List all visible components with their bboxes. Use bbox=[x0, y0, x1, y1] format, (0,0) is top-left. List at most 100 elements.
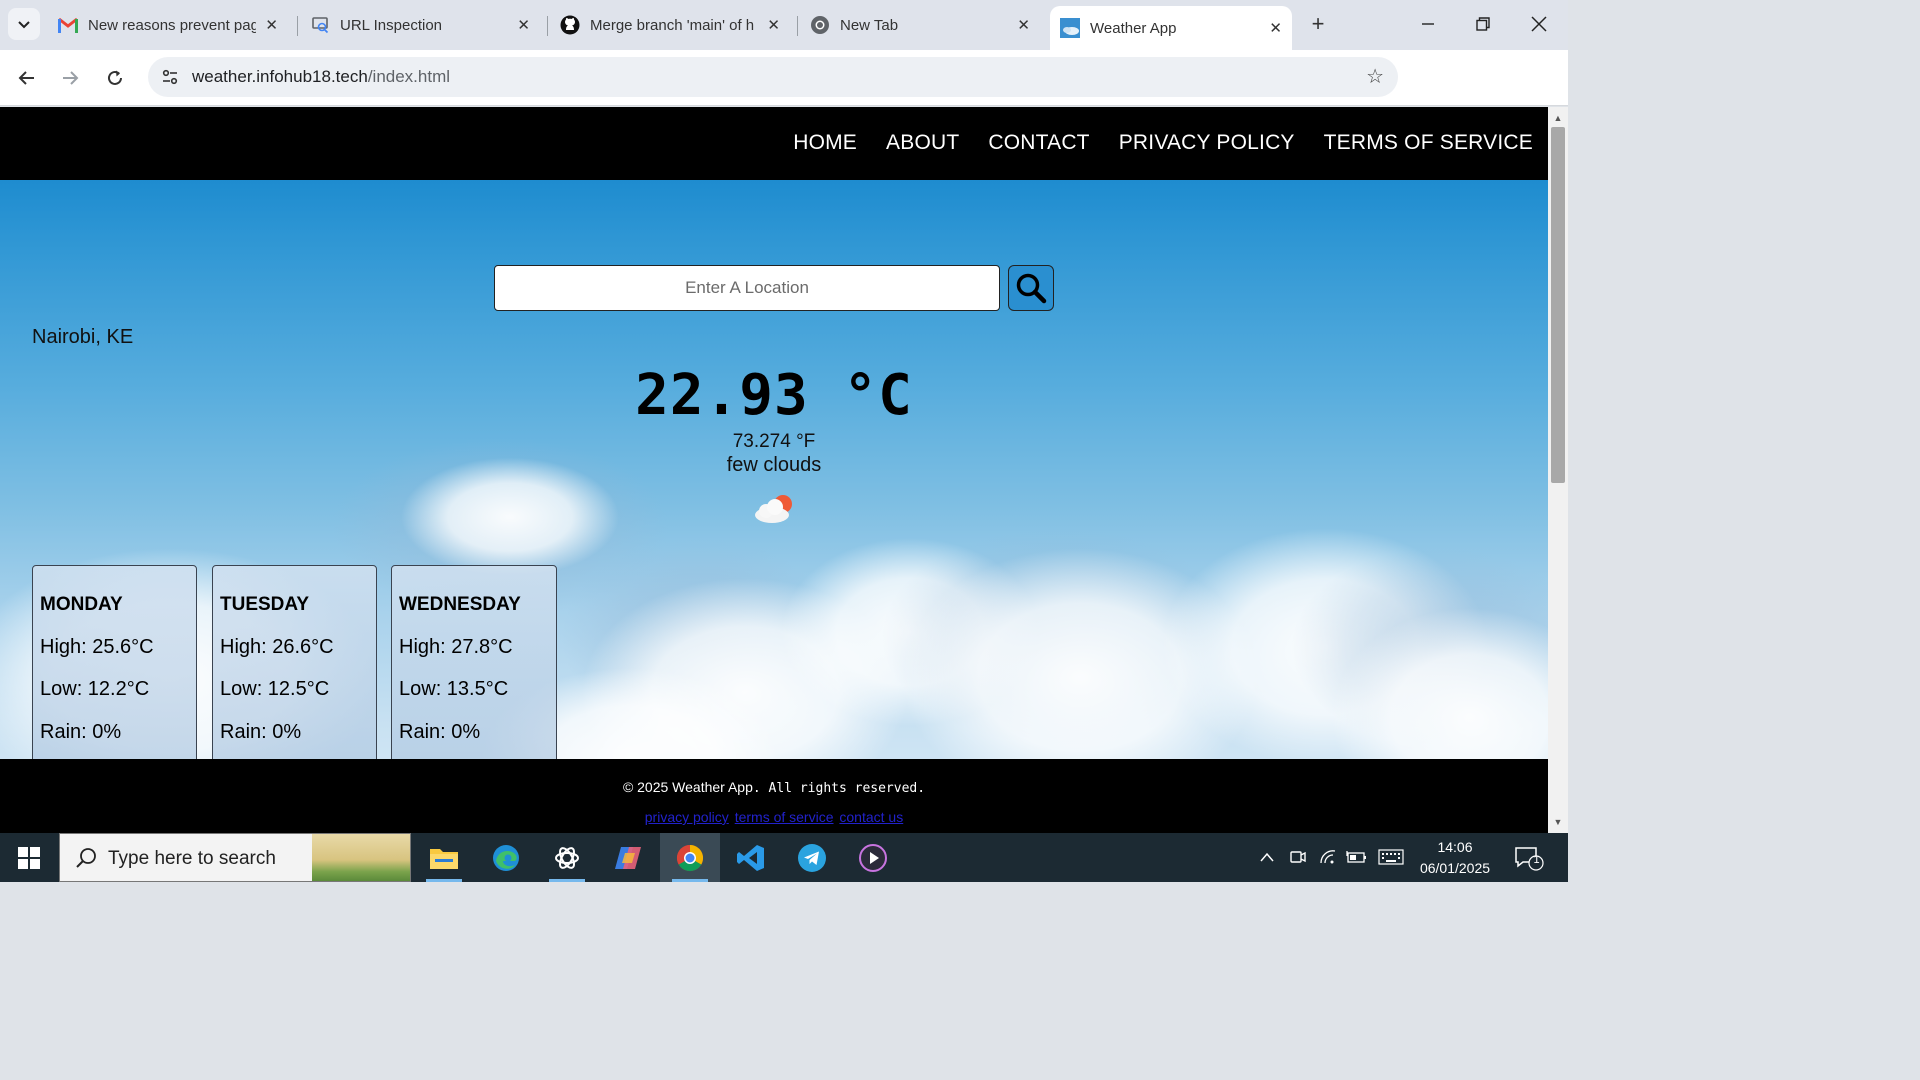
forecast-high: High: 27.8°C bbox=[399, 636, 513, 658]
site-info-icon[interactable] bbox=[158, 65, 182, 89]
close-tab-icon[interactable]: ✕ bbox=[1269, 19, 1282, 37]
weather-app-icon bbox=[1060, 18, 1080, 38]
footer-contact-link[interactable]: contact us bbox=[839, 809, 903, 825]
new-tab-button[interactable]: + bbox=[1304, 10, 1332, 38]
copyright-text: © 2025 Weather App. All rights reserved. bbox=[622, 779, 926, 796]
forecast-low: Low: 13.5°C bbox=[399, 678, 509, 700]
minimize-icon bbox=[1422, 23, 1434, 25]
edge-icon bbox=[493, 844, 519, 871]
close-tab-icon[interactable]: ✕ bbox=[1017, 16, 1030, 34]
footer-terms-link[interactable]: terms of service bbox=[735, 809, 834, 825]
weather-description: few clouds bbox=[726, 454, 822, 476]
search-highlight-image bbox=[312, 834, 410, 881]
browser-tab-strip: New reasons prevent pag ✕ URL Inspection… bbox=[0, 0, 1568, 50]
notification-count: 1 bbox=[1533, 854, 1540, 866]
temperature-fahrenheit: 73.274 °F bbox=[732, 431, 816, 452]
telegram-icon bbox=[798, 843, 826, 872]
copilot-app[interactable] bbox=[598, 833, 658, 882]
media-player-app[interactable] bbox=[843, 833, 903, 882]
forecast-rain: Rain: 0% bbox=[40, 721, 122, 743]
chatgpt-icon bbox=[555, 846, 579, 869]
tab-github[interactable]: Merge branch 'main' of h ✕ bbox=[560, 6, 790, 44]
tab-divider bbox=[797, 16, 798, 36]
page-scrollbar[interactable]: ▲ ▼ bbox=[1548, 107, 1568, 833]
location-search-input[interactable] bbox=[494, 265, 1000, 311]
windows-taskbar: Type here to search 14:06 06/01/2025 1 bbox=[0, 833, 1568, 882]
system-clock[interactable]: 14:06 06/01/2025 bbox=[1412, 837, 1498, 879]
chevron-up-icon[interactable] bbox=[1256, 846, 1278, 868]
nav-privacy-policy-link[interactable]: PRIVACY POLICY bbox=[1119, 131, 1295, 155]
vscode-app[interactable] bbox=[721, 833, 781, 882]
wifi-icon[interactable] bbox=[1317, 846, 1339, 868]
telegram-app[interactable] bbox=[782, 833, 842, 882]
forecast-card-tuesday: TUESDAY High: 26.6°C Low: 12.5°C Rain: 0… bbox=[212, 565, 377, 765]
page-viewport: HOME ABOUT CONTACT PRIVACY POLICY TERMS … bbox=[0, 107, 1548, 833]
forecast-low: Low: 12.2°C bbox=[40, 678, 150, 700]
taskbar-search-box[interactable]: Type here to search bbox=[59, 833, 411, 882]
tab-gmail[interactable]: New reasons prevent pag ✕ bbox=[58, 6, 288, 44]
current-location: Nairobi, KE bbox=[32, 326, 134, 348]
search-console-icon bbox=[310, 15, 330, 35]
back-button[interactable] bbox=[9, 60, 45, 96]
close-tab-icon[interactable]: ✕ bbox=[265, 16, 278, 34]
tab-title: Merge branch 'main' of h bbox=[590, 16, 755, 34]
tab-title: New reasons prevent pag bbox=[88, 16, 256, 34]
scrollbar-thumb[interactable] bbox=[1551, 127, 1565, 483]
keyboard-icon[interactable] bbox=[1378, 846, 1404, 868]
close-window-button[interactable] bbox=[1516, 6, 1562, 42]
search-button[interactable] bbox=[1008, 265, 1054, 311]
clock-date: 06/01/2025 bbox=[1419, 860, 1491, 876]
restore-icon bbox=[1476, 17, 1490, 31]
tab-url-inspection[interactable]: URL Inspection ✕ bbox=[310, 6, 540, 44]
meet-now-icon[interactable] bbox=[1287, 846, 1309, 868]
gmail-icon bbox=[58, 15, 78, 35]
battery-icon[interactable] bbox=[1345, 846, 1367, 868]
scroll-up-icon[interactable]: ▲ bbox=[1548, 109, 1568, 127]
reload-button[interactable] bbox=[97, 60, 133, 96]
windows-logo-icon bbox=[18, 846, 40, 869]
close-tab-icon[interactable]: ✕ bbox=[517, 16, 530, 34]
forecast-card-wednesday: WEDNESDAY High: 27.8°C Low: 13.5°C Rain:… bbox=[391, 565, 557, 765]
bookmark-star-icon[interactable]: ☆ bbox=[1366, 64, 1384, 89]
nav-contact-link[interactable]: CONTACT bbox=[988, 131, 1089, 155]
tab-search-button[interactable] bbox=[8, 8, 40, 40]
tab-new-tab[interactable]: New Tab ✕ bbox=[810, 6, 1040, 44]
browser-toolbar: weather.infohub18.tech/index.html ☆ N ⋮ bbox=[0, 50, 1568, 141]
tab-divider bbox=[297, 16, 298, 36]
github-icon bbox=[560, 15, 580, 35]
vscode-icon bbox=[737, 844, 764, 871]
nav-home-link[interactable]: HOME bbox=[793, 131, 857, 155]
notification-center-icon[interactable]: 1 bbox=[1512, 845, 1544, 871]
restore-button[interactable] bbox=[1460, 6, 1506, 42]
footer-privacy-link[interactable]: privacy policy bbox=[645, 809, 729, 825]
reload-icon bbox=[108, 70, 122, 85]
edge-app[interactable] bbox=[476, 833, 536, 882]
play-icon bbox=[859, 843, 887, 872]
arrow-right-icon bbox=[63, 71, 79, 85]
forecast-rain: Rain: 0% bbox=[220, 721, 302, 743]
address-bar[interactable]: weather.infohub18.tech/index.html ☆ bbox=[148, 57, 1398, 97]
forward-button[interactable] bbox=[52, 60, 88, 96]
tab-title: Weather App bbox=[1090, 19, 1177, 37]
tab-weather-app[interactable]: Weather App ✕ bbox=[1050, 6, 1292, 50]
arrow-left-icon bbox=[18, 71, 34, 85]
copilot-icon bbox=[615, 846, 641, 869]
file-explorer-app[interactable] bbox=[414, 833, 474, 882]
nav-terms-of-service-link[interactable]: TERMS OF SERVICE bbox=[1324, 131, 1533, 155]
site-footer: © 2025 Weather App. All rights reserved.… bbox=[0, 759, 1548, 833]
forecast-high: High: 25.6°C bbox=[40, 636, 154, 658]
folder-icon bbox=[430, 848, 458, 869]
minimize-button[interactable] bbox=[1405, 6, 1451, 42]
chatgpt-app[interactable] bbox=[537, 833, 597, 882]
start-button[interactable] bbox=[0, 833, 58, 882]
search-icon bbox=[1016, 273, 1047, 304]
close-icon bbox=[1531, 16, 1547, 32]
close-tab-icon[interactable]: ✕ bbox=[767, 16, 780, 34]
nav-about-link[interactable]: ABOUT bbox=[886, 131, 959, 155]
chrome-app[interactable] bbox=[660, 833, 720, 882]
forecast-high: High: 26.6°C bbox=[220, 636, 334, 658]
scroll-down-icon[interactable]: ▼ bbox=[1548, 813, 1568, 831]
forecast-low: Low: 12.5°C bbox=[220, 678, 330, 700]
tab-title: URL Inspection bbox=[340, 16, 442, 34]
search-icon bbox=[76, 848, 96, 868]
